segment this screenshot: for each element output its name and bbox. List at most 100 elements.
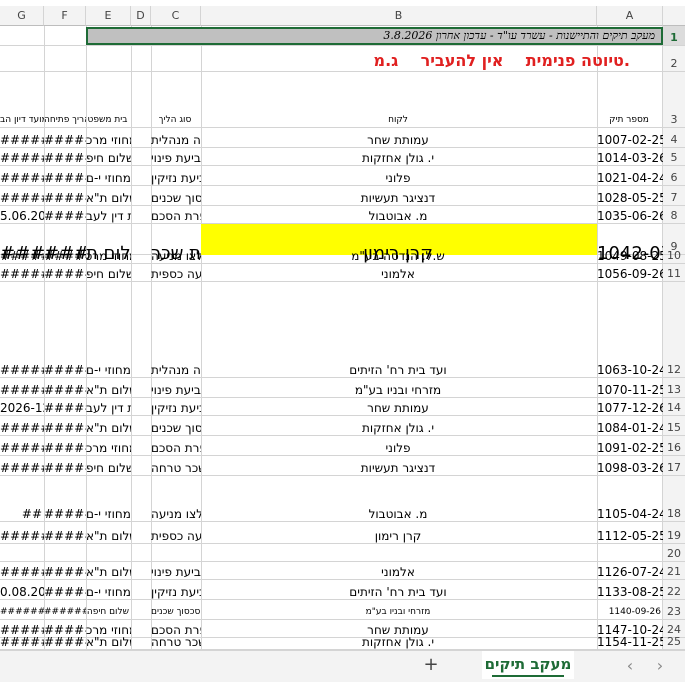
cell-e[interactable]: שלום חיפ bbox=[86, 267, 131, 282]
cell-a[interactable] bbox=[597, 547, 663, 562]
cell-e[interactable]: מחוזי מרכ bbox=[86, 249, 131, 264]
cell-g[interactable]: ##### bbox=[0, 151, 44, 166]
cell-b[interactable]: י. גולן אחזקות bbox=[201, 151, 597, 166]
cell-e[interactable]: שלום חיפה bbox=[86, 605, 131, 620]
cell-f[interactable]: ##### bbox=[44, 507, 86, 522]
select-all-corner[interactable] bbox=[663, 6, 685, 26]
cell-g[interactable]: ##### bbox=[0, 461, 44, 476]
cell-a[interactable]: 1126-07-24 bbox=[597, 565, 663, 580]
cell-b[interactable]: עמותת שחר bbox=[201, 133, 597, 148]
row-header[interactable]: 22 bbox=[663, 580, 685, 600]
cell-f[interactable] bbox=[44, 547, 86, 562]
cell-f[interactable]: ##### bbox=[44, 421, 86, 436]
cell-c[interactable]: תביעה כספית bbox=[151, 267, 201, 282]
cell-f[interactable]: תאריך פתיחה bbox=[44, 113, 86, 128]
cell-b[interactable]: פלוני bbox=[201, 441, 597, 456]
cell-c[interactable]: עתירה מנהלית bbox=[151, 133, 201, 148]
column-header-a[interactable]: A bbox=[597, 6, 663, 26]
column-header-g[interactable]: G bbox=[0, 6, 44, 26]
cell-c[interactable]: סכסוך שכנים bbox=[151, 191, 201, 206]
cell-b[interactable]: דנציגר תעשיות bbox=[201, 461, 597, 476]
cell-g[interactable]: ########## bbox=[0, 605, 44, 620]
cell-c[interactable]: סכסוך שכנים bbox=[151, 605, 201, 620]
cell-f[interactable]: ##### bbox=[44, 249, 86, 264]
cell-b[interactable]: דנציגר תעשיות bbox=[201, 191, 597, 206]
column-header-b[interactable]: B bbox=[201, 6, 597, 26]
cell-c[interactable]: תביעת פינוי bbox=[151, 383, 201, 398]
cell-b[interactable]: פלוני bbox=[201, 171, 597, 186]
cell-a[interactable]: 1098-03-26 bbox=[597, 461, 663, 476]
cell-g[interactable]: מועד דיון הב bbox=[0, 113, 44, 128]
cell-f[interactable]: ##### bbox=[44, 635, 86, 650]
cell-e[interactable]: בית דין לעב bbox=[86, 209, 131, 224]
row-header[interactable]: 10 bbox=[663, 249, 685, 264]
cell-b[interactable]: לקוח bbox=[201, 113, 597, 128]
cell-f[interactable]: ##### bbox=[44, 565, 86, 580]
cell-c[interactable]: תביעת שכר טרחה bbox=[151, 635, 201, 650]
cell-a[interactable]: מספר תיק bbox=[597, 113, 663, 128]
cell-e[interactable]: שלום ת"א bbox=[86, 421, 131, 436]
cell-f[interactable]: ##### bbox=[44, 133, 86, 148]
cell-e[interactable]: שלום ת"א bbox=[86, 565, 131, 580]
cell-b[interactable] bbox=[201, 547, 597, 562]
cell-g[interactable]: ##### bbox=[0, 133, 44, 148]
cell-a[interactable]: 1140-09-26 bbox=[597, 605, 663, 620]
column-header-e[interactable]: E bbox=[86, 6, 131, 26]
cell-e[interactable]: בית דין לעב bbox=[86, 401, 131, 416]
cell-e[interactable]: מחוזי י-ם bbox=[86, 507, 131, 522]
cell-e[interactable]: מחוזי מרכ bbox=[86, 441, 131, 456]
cell-b[interactable]: י. גולן אחזקות bbox=[201, 635, 597, 650]
cell-b[interactable]: מזרחי ובניו בע"מ bbox=[201, 383, 597, 398]
cell-f[interactable]: ##### bbox=[44, 441, 86, 456]
cell-g[interactable]: 5.06.20 bbox=[0, 209, 44, 224]
cell-c[interactable]: סוג הליך bbox=[151, 113, 201, 128]
cell-c[interactable]: תביעת פינוי bbox=[151, 565, 201, 580]
cell-b[interactable]: י. גולן אחזקות bbox=[201, 421, 597, 436]
cell-g[interactable]: ##### bbox=[0, 363, 44, 378]
cell-c[interactable]: בקשה לצו מניעה bbox=[151, 507, 201, 522]
cell-a[interactable]: 1007-02-25 bbox=[597, 133, 663, 148]
cell-f[interactable]: ##### bbox=[44, 383, 86, 398]
sheet-tab[interactable]: מעקב תיקים bbox=[482, 651, 574, 679]
cell-e[interactable]: שלום ת"א bbox=[86, 635, 131, 650]
cell-f[interactable]: ##### bbox=[44, 529, 86, 544]
cell-a[interactable]: 1028-05-25 bbox=[597, 191, 663, 206]
cell-c[interactable]: עתירה מנהלית bbox=[151, 363, 201, 378]
title-row-cell[interactable]: מעקב תיקים והתיישנות - עשרד עו"ד - עדכון… bbox=[86, 27, 663, 45]
row-header[interactable]: 2 bbox=[663, 46, 685, 72]
cell-g[interactable]: ##### bbox=[0, 441, 44, 456]
cell-f[interactable]: ##### bbox=[44, 191, 86, 206]
cell-c[interactable]: תביעת נזיקין bbox=[151, 585, 201, 600]
cell-g[interactable]: ##### bbox=[0, 383, 44, 398]
cell-a[interactable]: 1091-02-25 bbox=[597, 441, 663, 456]
cell-e[interactable]: שלום חיפ bbox=[86, 151, 131, 166]
cell-f[interactable]: ##### bbox=[44, 151, 86, 166]
cell-c[interactable]: הפרת הסכם bbox=[151, 209, 201, 224]
cell-a[interactable]: 1112-05-25 bbox=[597, 529, 663, 544]
cell-e[interactable]: מחוזי מרכ bbox=[86, 133, 131, 148]
cell-g[interactable]: 2026-12-1 bbox=[0, 401, 44, 416]
row-header[interactable]: 23 bbox=[663, 600, 685, 620]
cell-a[interactable]: 1056-09-26 bbox=[597, 267, 663, 282]
cell-a[interactable]: 1133-08-25 bbox=[597, 585, 663, 600]
row-header[interactable]: 16 bbox=[663, 436, 685, 456]
row-header[interactable]: 20 bbox=[663, 544, 685, 562]
cell-c[interactable] bbox=[151, 547, 201, 562]
cell-e[interactable]: שלום חיפ bbox=[86, 461, 131, 476]
cell-b[interactable]: אלמוני bbox=[201, 565, 597, 580]
cell-f[interactable]: ##### bbox=[44, 363, 86, 378]
cell-c[interactable]: תביעת נזיקין bbox=[151, 401, 201, 416]
cell-a[interactable]: 1077-12-26 bbox=[597, 401, 663, 416]
cell-c[interactable]: תביעה כספית bbox=[151, 529, 201, 544]
column-header-d[interactable]: D bbox=[131, 6, 151, 26]
row-header[interactable]: 3 bbox=[663, 72, 685, 128]
cell-f[interactable]: ##### bbox=[44, 401, 86, 416]
cell-g[interactable]: ##### bbox=[0, 635, 44, 650]
chevron-right-icon[interactable]: › bbox=[648, 655, 672, 677]
cell-b[interactable]: ועד בית רח' הזיתים bbox=[201, 363, 597, 378]
cell-e[interactable]: מחוזי י-ם bbox=[86, 363, 131, 378]
cell-b[interactable]: מ. אבוטבול bbox=[201, 507, 597, 522]
cell-g[interactable]: ## bbox=[0, 507, 44, 522]
cell-g[interactable]: ##### bbox=[0, 191, 44, 206]
column-header-f[interactable]: F bbox=[44, 6, 86, 26]
